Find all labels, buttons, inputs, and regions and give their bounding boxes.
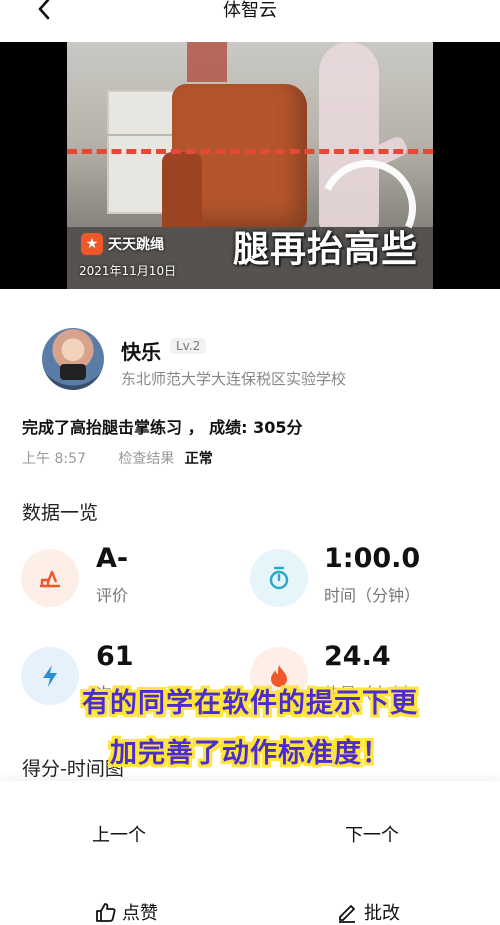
record-meta: 上午 8:57 检查结果 正常 (22, 448, 213, 468)
watermark-brand: 天天跳绳 (108, 237, 164, 253)
top-nav-bar: 体智云 (0, 0, 500, 42)
stopwatch-icon-glyph (269, 566, 289, 590)
time-value: 1:00.0 (324, 543, 421, 574)
school-name: 东北师范大学大连保税区实验学校 (121, 370, 347, 388)
video-watermark: ★ 天天跳绳 (81, 232, 164, 256)
stopwatch-icon (250, 549, 308, 607)
next-button[interactable]: 下一个 (345, 821, 399, 847)
pencil-icon (339, 905, 355, 923)
count-value: 61 (96, 641, 134, 672)
correct-button[interactable]: 批改 (336, 899, 400, 925)
avatar[interactable] (42, 328, 104, 390)
video-coach-caption: 腿再抬高些 (233, 229, 419, 270)
check-result-label: 检查结果 (118, 451, 175, 467)
overlay-subtitle-line1: 有的同学在软件的提示下更 (82, 688, 418, 719)
level-badge: Lv.2 (170, 338, 207, 354)
like-button[interactable]: 点赞 (94, 899, 158, 925)
check-result-value: 正常 (184, 451, 213, 467)
exercise-video-player[interactable]: 腿再抬高些 ★ 天天跳绳 2021年11月10日 (0, 42, 500, 289)
rating-value: A- (96, 543, 129, 574)
overlay-subtitle-line2: 加完善了动作标准度！ (110, 738, 390, 769)
video-frame: 腿再抬高些 ★ 天天跳绳 2021年11月10日 (67, 42, 433, 289)
rating-icon-glyph (40, 570, 60, 588)
background-decoration (187, 42, 227, 82)
exercise-summary: 完成了高抬腿击掌练习 ， 成绩: 305分 (22, 418, 303, 437)
thumbs-up-icon (96, 903, 116, 922)
avatar-camera (60, 364, 86, 380)
rating-icon (21, 549, 79, 607)
previous-button[interactable]: 上一个 (92, 821, 146, 847)
video-date: 2021年11月10日 (79, 264, 177, 278)
rating-label: 评价 (96, 586, 129, 605)
user-name: 快乐 (121, 340, 161, 364)
calories-value: 24.4 (324, 641, 391, 672)
app-logo-icon: ★ (81, 233, 103, 255)
time-label: 时间（分钟） (324, 586, 421, 605)
record-time: 上午 8:57 (22, 451, 86, 467)
like-label: 点赞 (122, 903, 158, 924)
page-title: 体智云 (223, 0, 277, 21)
armchair-arm (162, 152, 202, 237)
correct-label: 批改 (364, 903, 400, 924)
knee-height-guide-line (67, 149, 433, 154)
bottom-action-bar: 上一个 下一个 点赞 批改 (0, 781, 500, 925)
stats-section-title: 数据一览 (22, 502, 99, 524)
